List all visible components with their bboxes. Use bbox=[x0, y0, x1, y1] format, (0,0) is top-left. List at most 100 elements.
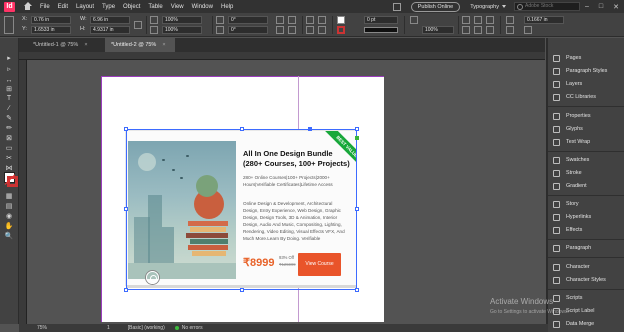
gap-field[interactable]: 0.1667 in bbox=[524, 16, 564, 24]
panel-paragraph-styles[interactable]: Paragraph Styles bbox=[548, 65, 624, 77]
panel-effects[interactable]: Effects bbox=[548, 224, 624, 236]
panel-text-wrap[interactable]: Text Wrap bbox=[548, 136, 624, 148]
pasteboard[interactable]: BEST VALUE All In One Design Bundle (280… bbox=[28, 61, 538, 322]
panel-properties[interactable]: Properties bbox=[548, 110, 624, 122]
fill-swatch[interactable] bbox=[337, 16, 345, 24]
auto-fit-icon[interactable] bbox=[486, 26, 494, 34]
maximize-button[interactable]: □ bbox=[599, 3, 603, 10]
menu-object[interactable]: Object bbox=[123, 4, 140, 10]
flip-vertical-icon[interactable] bbox=[288, 26, 296, 34]
scissors-tool-icon[interactable]: ✂ bbox=[3, 154, 15, 164]
panel-scripts[interactable]: Scripts bbox=[548, 292, 624, 304]
menu-window[interactable]: Window bbox=[192, 4, 213, 10]
panel-pages[interactable]: Pages bbox=[548, 52, 624, 64]
pencil-tool-icon[interactable]: ✏ bbox=[3, 124, 15, 134]
note-tool-icon[interactable]: ▤ bbox=[3, 202, 15, 212]
menu-type[interactable]: Type bbox=[102, 4, 115, 10]
tab-untitled-1[interactable]: *Untitled-1 @ 75% × bbox=[27, 38, 103, 52]
preflight-status[interactable]: No errors bbox=[174, 325, 203, 331]
page-number[interactable]: 1 bbox=[107, 325, 110, 331]
vertical-ruler[interactable] bbox=[19, 60, 27, 324]
screen-mode-icon[interactable] bbox=[392, 2, 401, 11]
direct-selection-tool-icon[interactable]: ▹ bbox=[3, 65, 15, 75]
line-tool-icon[interactable]: ∕ bbox=[3, 104, 15, 114]
scale-y-field[interactable]: 100% bbox=[162, 26, 202, 34]
menu-layout[interactable]: Layout bbox=[76, 4, 94, 10]
stroke-swatch[interactable] bbox=[337, 26, 345, 34]
fit-frame-icon[interactable] bbox=[462, 26, 470, 34]
effects-icon[interactable] bbox=[410, 16, 418, 24]
panel-stroke[interactable]: Stroke bbox=[548, 167, 624, 179]
zoom-tool-icon[interactable]: 🔍 bbox=[3, 232, 15, 242]
rectangle-frame-tool-icon[interactable]: ⊠ bbox=[3, 134, 15, 144]
hand-tool-icon[interactable]: ✋ bbox=[3, 222, 15, 232]
shear-field[interactable]: 0° bbox=[228, 26, 268, 34]
select-next-icon[interactable] bbox=[318, 26, 326, 34]
workspace-switcher[interactable]: Typography bbox=[470, 4, 499, 10]
scale-x-field[interactable]: 100% bbox=[162, 16, 202, 24]
banner-old-price: ₹125999 bbox=[279, 262, 296, 267]
text-wrap-icon[interactable] bbox=[506, 16, 514, 24]
tab-untitled-2[interactable]: *Untitled-2 @ 75% × bbox=[105, 38, 175, 52]
fitting-fill-icon[interactable] bbox=[462, 16, 470, 24]
adobe-stock-search[interactable]: Adobe Stock bbox=[513, 2, 580, 11]
x-field[interactable]: 0.76 in bbox=[31, 16, 71, 24]
eyedropper-tool-icon[interactable]: ◉ bbox=[3, 212, 15, 222]
opacity-field[interactable]: 100% bbox=[422, 26, 454, 34]
panel-swatches[interactable]: Swatches bbox=[548, 154, 624, 166]
rotate-cw-icon[interactable] bbox=[276, 16, 284, 24]
panel-layers[interactable]: Layers bbox=[548, 78, 624, 90]
flip-horizontal-icon[interactable] bbox=[276, 26, 284, 34]
panel-paragraph[interactable]: Paragraph bbox=[548, 242, 624, 254]
menu-view[interactable]: View bbox=[171, 4, 184, 10]
selection-tool-icon[interactable]: ▸ bbox=[3, 54, 15, 64]
preflight-profile[interactable]: [Basic] (working) bbox=[128, 325, 165, 331]
pen-tool-icon[interactable]: ✎ bbox=[3, 114, 15, 124]
stroke-type-select[interactable] bbox=[364, 27, 398, 33]
h-field[interactable]: 4.9317 in bbox=[90, 26, 130, 34]
zoom-level[interactable]: 75% bbox=[37, 325, 47, 331]
home-icon[interactable] bbox=[23, 2, 32, 11]
minimize-button[interactable]: – bbox=[585, 3, 589, 10]
rectangle-tool-icon[interactable]: ▭ bbox=[3, 144, 15, 154]
rotate-field[interactable]: 0° bbox=[228, 16, 268, 24]
distribute-icon[interactable] bbox=[524, 26, 532, 34]
horizontal-ruler[interactable] bbox=[19, 52, 545, 60]
close-tab-icon[interactable]: × bbox=[162, 42, 165, 48]
select-content-icon[interactable] bbox=[318, 16, 326, 24]
panel-character[interactable]: Character bbox=[548, 261, 624, 273]
panel-character-styles[interactable]: Character Styles bbox=[548, 274, 624, 286]
chevron-down-icon[interactable] bbox=[501, 5, 506, 8]
select-previous-icon[interactable] bbox=[306, 26, 314, 34]
fitting-fit-icon[interactable] bbox=[474, 16, 482, 24]
panel-hyperlinks[interactable]: Hyperlinks bbox=[548, 211, 624, 223]
menu-help[interactable]: Help bbox=[221, 4, 233, 10]
constrain-proportions-icon[interactable] bbox=[134, 21, 142, 29]
panel-story[interactable]: Story bbox=[548, 198, 624, 210]
panel-gradient[interactable]: Gradient bbox=[548, 180, 624, 192]
panel-glyphs[interactable]: Glyphs bbox=[548, 123, 624, 135]
type-tool-icon[interactable]: T bbox=[3, 94, 15, 104]
close-tab-icon[interactable]: × bbox=[84, 42, 87, 48]
content-grabber-icon[interactable] bbox=[146, 271, 159, 284]
menu-table[interactable]: Table bbox=[148, 4, 162, 10]
close-window-button[interactable]: ✕ bbox=[613, 3, 619, 11]
center-content-icon[interactable] bbox=[474, 26, 482, 34]
reference-point-icon[interactable] bbox=[4, 16, 14, 34]
y-field[interactable]: 1.6533 in bbox=[31, 26, 71, 34]
align-icon[interactable] bbox=[506, 26, 514, 34]
gradient-tool-icon[interactable]: ▦ bbox=[3, 192, 15, 202]
h-label: H: bbox=[80, 26, 86, 32]
publish-online-button[interactable]: Publish Online bbox=[410, 1, 461, 12]
panel-label: Glyphs bbox=[566, 126, 583, 132]
select-container-icon[interactable] bbox=[306, 16, 314, 24]
panel-cc-libraries[interactable]: CC Libraries bbox=[548, 91, 624, 103]
menu-file[interactable]: File bbox=[40, 4, 50, 10]
placed-course-banner[interactable]: BEST VALUE All In One Design Bundle (280… bbox=[125, 130, 357, 288]
rotate-ccw-icon[interactable] bbox=[288, 16, 296, 24]
panel-data-merge[interactable]: Data Merge bbox=[548, 318, 624, 330]
stroke-weight-field[interactable]: 0 pt bbox=[364, 16, 398, 24]
w-field[interactable]: 6.96 in bbox=[90, 16, 130, 24]
menu-edit[interactable]: Edit bbox=[58, 4, 68, 10]
fit-content-icon[interactable] bbox=[486, 16, 494, 24]
